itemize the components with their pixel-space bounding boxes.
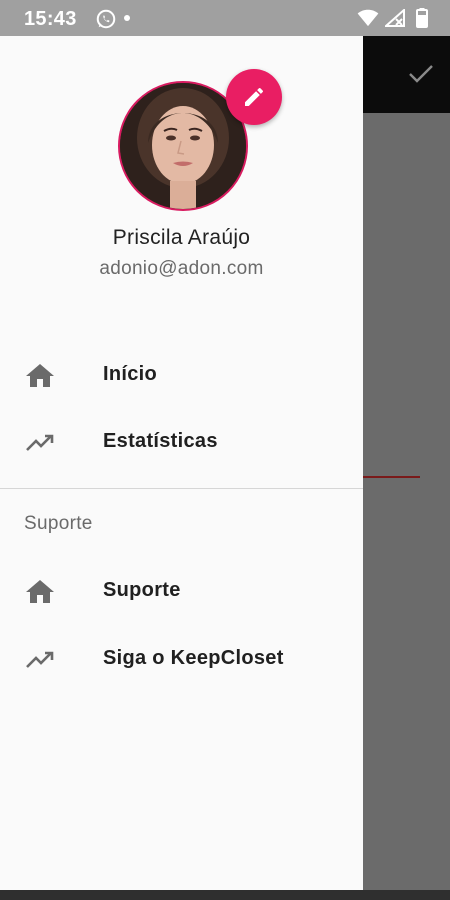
home-icon: [26, 580, 54, 603]
menu-item-inicio[interactable]: Início: [0, 343, 363, 409]
menu-item-estatisticas[interactable]: Estatísticas: [0, 410, 363, 476]
edit-profile-button[interactable]: [226, 69, 282, 125]
background-app-bar: [363, 36, 450, 113]
check-icon: [409, 65, 433, 83]
background-divider: [363, 476, 420, 478]
navigation-drawer: Priscila Araújo adonio@adon.com Início E…: [0, 36, 363, 890]
wifi-icon: [357, 9, 379, 27]
status-bar: 15:43: [0, 0, 450, 36]
background-scrim[interactable]: [363, 113, 450, 890]
menu-item-label: Suporte: [103, 579, 181, 601]
trending-up-icon: [26, 651, 54, 668]
menu-item-label: Siga o KeepCloset: [103, 647, 284, 669]
notification-dot-icon: [124, 15, 130, 21]
menu-divider: [0, 488, 363, 489]
pencil-icon: [245, 87, 264, 106]
whatsapp-icon: [96, 9, 116, 29]
profile-email: adonio@adon.com: [99, 258, 264, 279]
profile-name: Priscila Araújo: [112, 226, 251, 249]
navigation-bar: [0, 890, 450, 900]
menu-item-suporte[interactable]: Suporte: [0, 559, 363, 625]
signal-icon: [385, 9, 405, 27]
menu-item-label: Estatísticas: [103, 430, 218, 452]
home-icon: [26, 364, 54, 387]
menu-item-label: Início: [103, 363, 158, 385]
menu-item-siga-keepcloset[interactable]: Siga o KeepCloset: [0, 627, 363, 693]
section-title-suporte: Suporte: [24, 513, 93, 534]
trending-up-icon: [26, 434, 54, 451]
battery-icon: [416, 8, 428, 28]
status-time: 15:43: [24, 8, 77, 30]
